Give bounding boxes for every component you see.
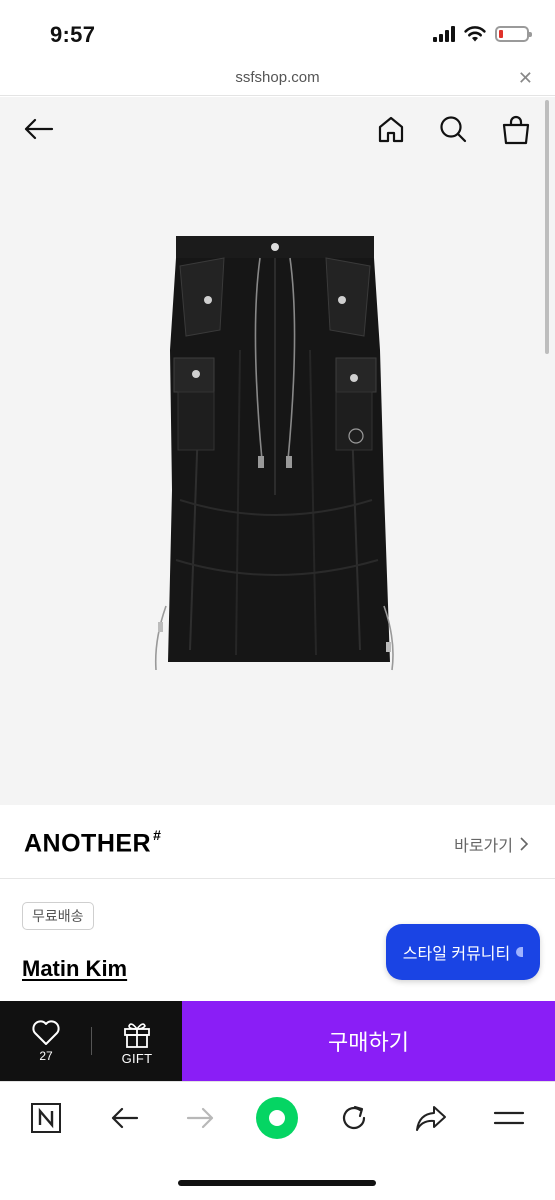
brand-shortcut-link[interactable]: 바로가기 (454, 832, 529, 856)
wifi-icon (464, 26, 486, 42)
green-dot-icon[interactable] (255, 1096, 299, 1140)
chevron-right-icon (520, 837, 529, 851)
brand-row[interactable]: ANOTHER # 바로가기 (0, 805, 555, 879)
back-icon[interactable] (102, 1096, 146, 1140)
purchase-action-bar: 27 GIFT 구매하기 (0, 1001, 555, 1081)
product-brand-name[interactable]: Matin Kim (22, 956, 127, 982)
browser-toolbar (0, 1081, 555, 1153)
share-icon[interactable] (409, 1096, 453, 1140)
status-time: 9:57 (50, 22, 96, 47)
gift-icon (124, 1023, 150, 1048)
action-left-group: 27 GIFT (0, 1001, 182, 1081)
free-shipping-badge: 무료배송 (22, 902, 94, 930)
home-indicator (178, 1180, 376, 1186)
close-icon[interactable]: ✕ (518, 68, 533, 89)
url-domain[interactable]: ssfshop.com (0, 69, 555, 86)
half-circle-icon (516, 947, 524, 957)
naver-n-icon[interactable] (24, 1096, 68, 1140)
menu-icon[interactable] (487, 1096, 531, 1140)
scrollbar[interactable] (545, 100, 549, 354)
status-icons (433, 25, 532, 43)
back-arrow-icon[interactable] (20, 111, 56, 147)
divider (91, 1027, 92, 1055)
battery-icon (495, 26, 532, 42)
search-icon[interactable] (435, 111, 471, 147)
brand-logo[interactable]: ANOTHER # (24, 827, 161, 858)
like-count: 27 (39, 1049, 53, 1063)
heart-icon (32, 1020, 60, 1045)
forward-icon[interactable] (179, 1096, 223, 1140)
like-button[interactable]: 27 (22, 1019, 70, 1071)
style-community-button[interactable]: 스타일 커뮤니티 (386, 924, 540, 980)
brand-shortcut-label: 바로가기 (454, 838, 513, 855)
status-bar: 9:57 (0, 0, 555, 66)
signal-icon (433, 26, 455, 42)
buy-button[interactable]: 구매하기 (182, 1001, 555, 1081)
style-community-label: 스타일 커뮤니티 (402, 946, 511, 963)
top-nav (0, 97, 555, 161)
product-image (154, 236, 394, 671)
home-icon[interactable] (373, 111, 409, 147)
shopping-bag-icon[interactable] (498, 111, 534, 147)
gift-button[interactable]: GIFT (112, 1019, 162, 1071)
reload-icon[interactable] (332, 1096, 376, 1140)
gift-label: GIFT (121, 1051, 153, 1066)
url-bar[interactable]: ssfshop.com ✕ (0, 66, 555, 96)
